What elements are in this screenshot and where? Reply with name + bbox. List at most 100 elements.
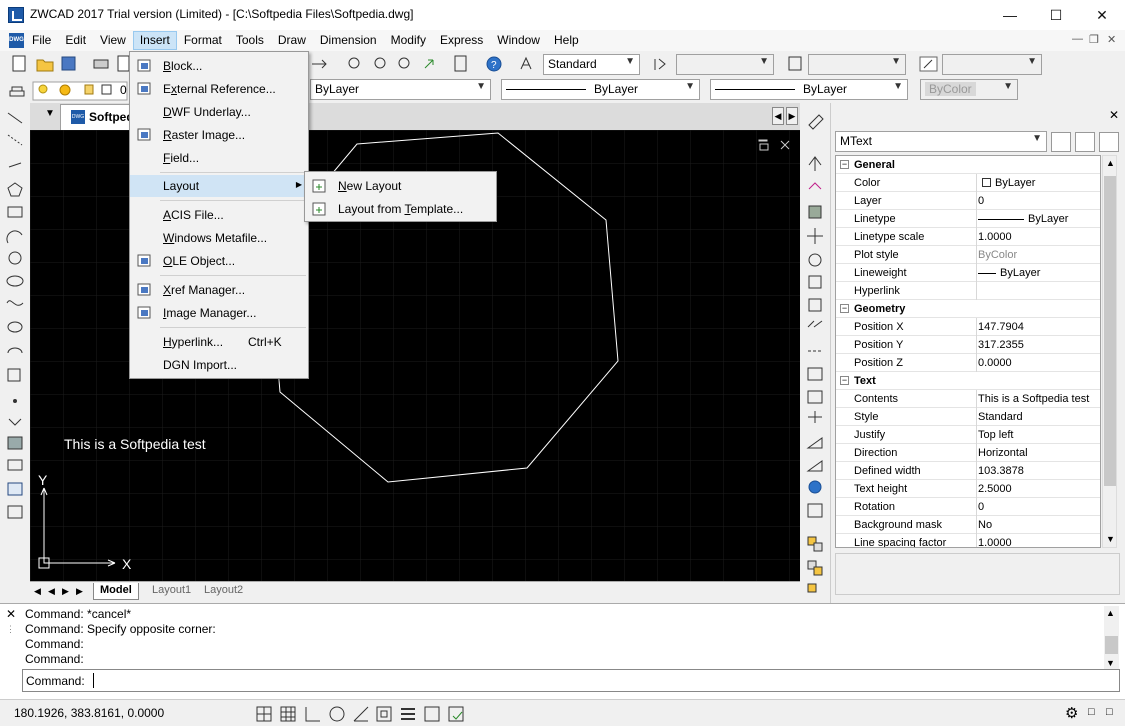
object-type-combo[interactable]: MText ▼ bbox=[835, 131, 1047, 152]
scroll-down-icon[interactable]: ▼ bbox=[1106, 534, 1115, 544]
property-section-text[interactable]: − Text bbox=[836, 372, 1100, 390]
property-value[interactable]: 0 bbox=[978, 501, 1100, 513]
property-value[interactable]: No bbox=[978, 519, 1100, 531]
property-value[interactable]: Top left bbox=[978, 429, 1100, 441]
menu-dimension[interactable]: Dimension bbox=[313, 31, 384, 50]
menu-edit[interactable]: Edit bbox=[58, 31, 93, 50]
menu-file[interactable]: File bbox=[25, 31, 58, 50]
lock-icon[interactable]: □ bbox=[1106, 706, 1113, 718]
tab-layout2[interactable]: Layout2 bbox=[198, 583, 249, 600]
menu-item-raster-image[interactable]: Raster Image... bbox=[130, 124, 308, 146]
command-grip-icon[interactable]: ⋮ bbox=[6, 624, 15, 635]
minimize-button[interactable]: — bbox=[987, 0, 1033, 30]
property-value[interactable]: ByLayer bbox=[978, 267, 1100, 279]
menu-insert[interactable]: Insert bbox=[132, 31, 177, 50]
property-value[interactable]: Standard bbox=[978, 411, 1100, 423]
menu-item-ole-object[interactable]: OLE Object... bbox=[130, 250, 308, 272]
menu-item-layout-from-template[interactable]: Layout from Template... bbox=[305, 198, 496, 220]
command-close-icon[interactable]: ✕ bbox=[6, 607, 16, 621]
menu-item-external-reference[interactable]: External Reference... bbox=[130, 78, 308, 100]
text-style-combo[interactable]: Standard ▼ bbox=[543, 54, 640, 75]
property-row[interactable]: Color ByLayer bbox=[836, 174, 1100, 192]
property-row[interactable]: Justify Top left bbox=[836, 426, 1100, 444]
property-row[interactable]: Position X 147.7904 bbox=[836, 318, 1100, 336]
property-row[interactable]: Layer 0 bbox=[836, 192, 1100, 210]
dimension-style-combo[interactable]: ▼ bbox=[676, 54, 774, 75]
tab-model[interactable]: Model bbox=[93, 583, 139, 600]
first-tab-icon[interactable]: ◀ bbox=[34, 586, 41, 597]
menu-item-image-manager[interactable]: Image Manager... bbox=[130, 302, 308, 324]
tab-scroll-right-button[interactable]: ▶ bbox=[786, 107, 798, 125]
menu-draw[interactable]: Draw bbox=[271, 31, 313, 50]
property-section-geometry[interactable]: − Geometry bbox=[836, 300, 1100, 318]
menu-item-field[interactable]: Field... bbox=[130, 147, 308, 169]
menu-item-block[interactable]: Block... bbox=[130, 55, 308, 77]
menu-tools[interactable]: Tools bbox=[229, 31, 271, 50]
document-icon[interactable]: DWG bbox=[9, 33, 24, 48]
menu-format[interactable]: Format bbox=[177, 31, 229, 50]
property-row[interactable]: Defined width 103.3878 bbox=[836, 462, 1100, 480]
property-value[interactable]: 0.0000 bbox=[978, 357, 1100, 369]
properties-scrollbar[interactable]: ▲ ▼ bbox=[1102, 155, 1117, 548]
linetype-combo[interactable]: ByLayer ▼ bbox=[501, 79, 700, 100]
menu-window[interactable]: Window bbox=[490, 31, 547, 50]
scroll-up-icon[interactable]: ▲ bbox=[1106, 158, 1115, 168]
menu-item-dwf-underlay[interactable]: DWF Underlay... bbox=[130, 101, 308, 123]
property-value[interactable]: ByColor bbox=[978, 249, 1100, 261]
property-value[interactable]: Horizontal bbox=[978, 447, 1100, 459]
palette-close-icon[interactable]: ✕ bbox=[1109, 108, 1119, 122]
menu-help[interactable]: Help bbox=[547, 31, 586, 50]
canvas-minimize-icon[interactable] bbox=[730, 138, 742, 148]
property-row[interactable]: Line spacing factor 1.0000 bbox=[836, 534, 1100, 547]
property-value[interactable]: This is a Softpedia test bbox=[978, 393, 1100, 405]
property-row[interactable]: Plot style ByColor bbox=[836, 246, 1100, 264]
properties-scroll-thumb[interactable] bbox=[1104, 176, 1116, 486]
menu-item-xref-manager[interactable]: Xref Manager... bbox=[130, 279, 308, 301]
mdi-restore-button[interactable]: ❐ bbox=[1089, 33, 1099, 46]
color-combo[interactable]: ByLayer ▼ bbox=[310, 79, 491, 100]
scroll-down-icon[interactable]: ▼ bbox=[1106, 658, 1115, 668]
menu-modify[interactable]: Modify bbox=[384, 31, 433, 50]
menu-item-layout[interactable]: Layout ▶ bbox=[130, 175, 308, 197]
menu-item-hyperlink[interactable]: Hyperlink... Ctrl+K bbox=[130, 331, 308, 353]
modify-toolbar-icons[interactable] bbox=[800, 103, 830, 603]
quick-select-icon[interactable] bbox=[1099, 132, 1119, 152]
property-value[interactable]: 103.3878 bbox=[978, 465, 1100, 477]
command-scrollbar[interactable]: ▲ ▼ bbox=[1104, 606, 1119, 670]
fullscreen-icon[interactable]: □ bbox=[1088, 706, 1095, 718]
property-section-general[interactable]: − General bbox=[836, 156, 1100, 174]
property-row[interactable]: Rotation 0 bbox=[836, 498, 1100, 516]
last-tab-icon[interactable]: ▶ bbox=[76, 586, 83, 597]
property-row[interactable]: Position Z 0.0000 bbox=[836, 354, 1100, 372]
menu-view[interactable]: View bbox=[93, 31, 133, 50]
property-row[interactable]: Hyperlink bbox=[836, 282, 1100, 300]
menu-express[interactable]: Express bbox=[433, 31, 490, 50]
tab-layout1[interactable]: Layout1 bbox=[146, 583, 197, 600]
menu-item-acis-file[interactable]: ACIS File... bbox=[130, 204, 308, 226]
property-value[interactable]: 317.2355 bbox=[978, 339, 1100, 351]
property-row[interactable]: Position Y 317.2355 bbox=[836, 336, 1100, 354]
property-row[interactable]: Style Standard bbox=[836, 408, 1100, 426]
next-tab-icon[interactable]: ▶ bbox=[62, 586, 69, 597]
property-row[interactable]: Linetype ByLayer bbox=[836, 210, 1100, 228]
scroll-up-icon[interactable]: ▲ bbox=[1106, 608, 1115, 618]
property-row[interactable]: Direction Horizontal bbox=[836, 444, 1100, 462]
property-row[interactable]: Background mask No bbox=[836, 516, 1100, 534]
property-row[interactable]: Text height 2.5000 bbox=[836, 480, 1100, 498]
select-objects-icon[interactable] bbox=[1075, 132, 1095, 152]
property-row[interactable]: Linetype scale 1.0000 bbox=[836, 228, 1100, 246]
property-value[interactable]: ByLayer bbox=[978, 213, 1100, 225]
mdi-close-button[interactable]: ✕ bbox=[1107, 33, 1116, 46]
tab-list-chevron-icon[interactable]: ▼ bbox=[45, 108, 55, 119]
collapse-icon[interactable]: − bbox=[840, 376, 849, 385]
property-value[interactable]: 0 bbox=[978, 195, 1100, 207]
menu-item-dgn-import[interactable]: DGN Import... bbox=[130, 354, 308, 376]
property-value[interactable]: ByLayer bbox=[978, 177, 1100, 189]
toggle-pickadd-icon[interactable] bbox=[1051, 132, 1071, 152]
draw-toolbar-icons[interactable] bbox=[0, 103, 30, 533]
mtext-object[interactable]: This is a Softpedia test bbox=[64, 436, 206, 452]
property-row[interactable]: Contents This is a Softpedia test bbox=[836, 390, 1100, 408]
property-value[interactable]: 2.5000 bbox=[978, 483, 1100, 495]
properties-grid[interactable]: − General Color ByLayer Layer 0 Linetype ByLaye… bbox=[835, 155, 1101, 548]
mdi-minimize-button[interactable]: — bbox=[1072, 33, 1083, 45]
